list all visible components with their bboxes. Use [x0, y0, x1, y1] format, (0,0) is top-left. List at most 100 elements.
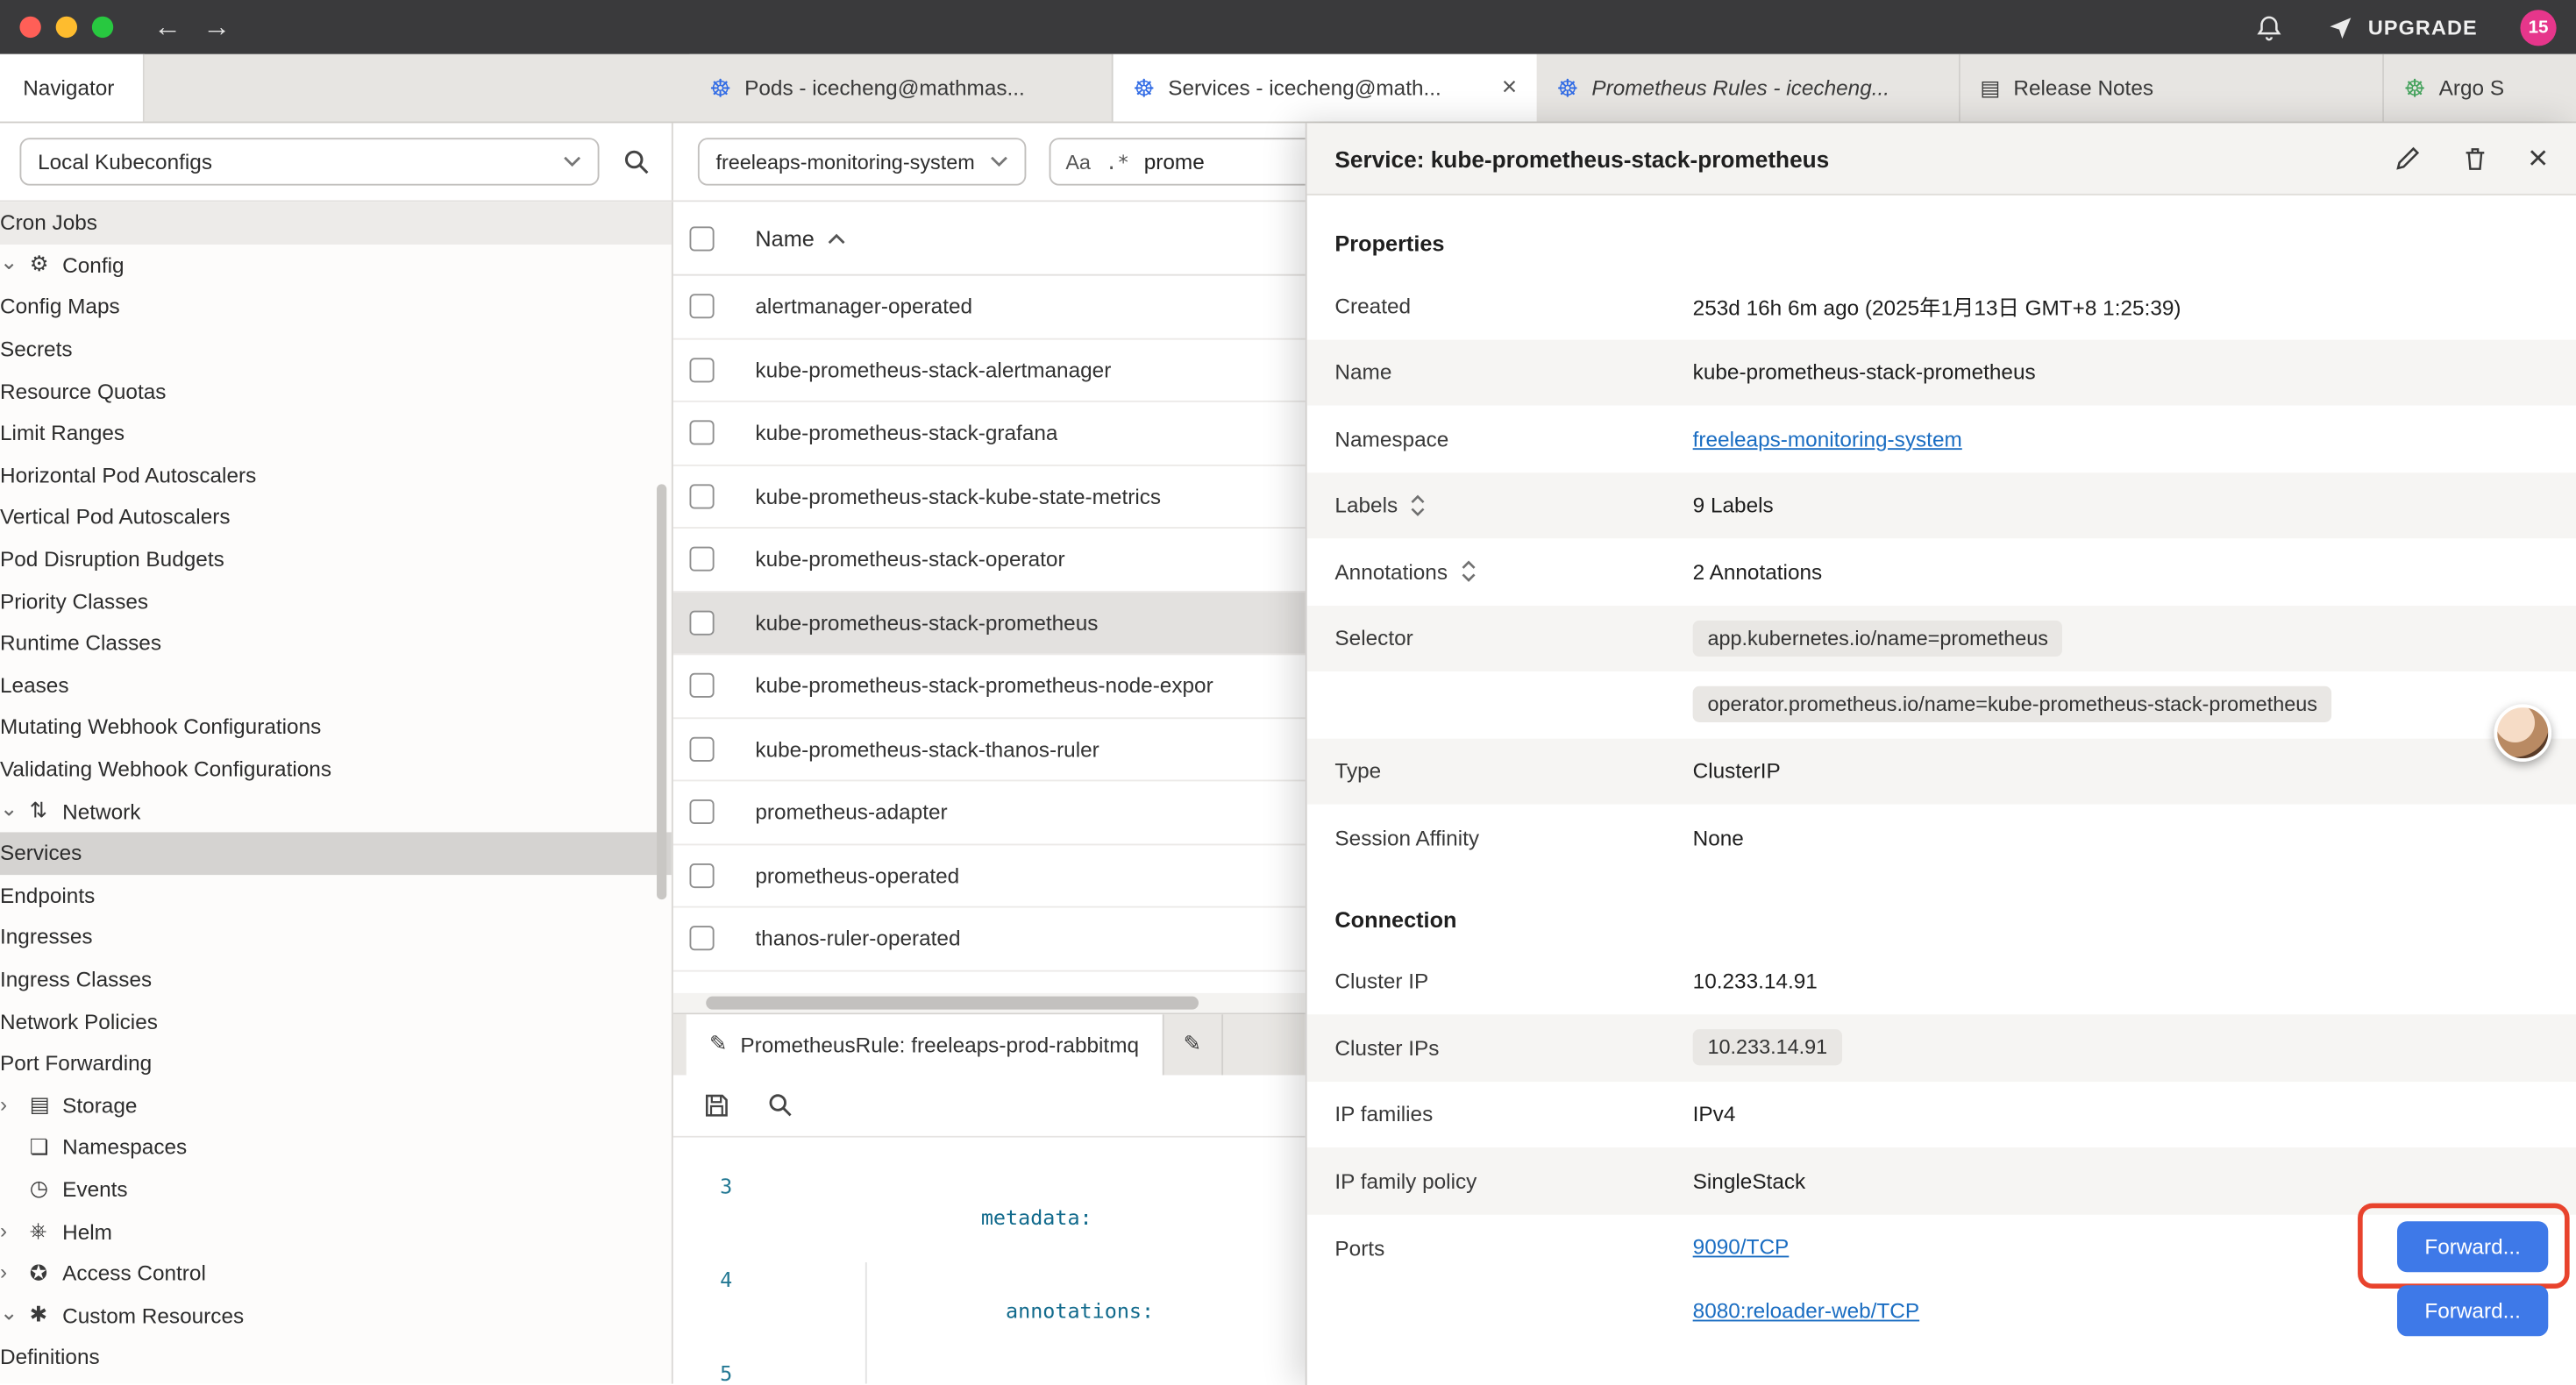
properties-heading: Properties — [1307, 195, 2576, 273]
sidebar-item[interactable]: Ingresses — [0, 916, 672, 958]
sidebar-item-label: Network Policies — [0, 1009, 158, 1033]
row-checkbox[interactable] — [689, 547, 714, 572]
sidebar-item[interactable]: › ▤ Storage — [0, 1084, 672, 1126]
sidebar-item[interactable]: Vertical Pod Autoscalers — [0, 496, 672, 538]
sidebar-item[interactable]: Services — [0, 832, 672, 874]
sidebar-item[interactable]: ❏ Namespaces — [0, 1126, 672, 1168]
sidebar-item[interactable]: Validating Webhook Configurations — [0, 748, 672, 790]
sidebar-item[interactable]: ◷ Events — [0, 1168, 672, 1211]
save-icon[interactable] — [702, 1090, 730, 1119]
name-column-header[interactable]: Name — [755, 225, 845, 250]
sidebar-item[interactable]: Endpoints — [0, 874, 672, 916]
tab[interactable]: ☸ Services - icecheng@math... × — [1114, 54, 1537, 122]
chevron-down-icon[interactable]: ⌄ — [0, 1301, 30, 1327]
notifications-bell-icon[interactable] — [2255, 12, 2285, 42]
sidebar-item[interactable]: ⌄ ⇅ Network — [0, 790, 672, 832]
namespace-link[interactable]: freeleaps-monitoring-system — [1693, 426, 1962, 451]
sidebar-item[interactable]: Leases — [0, 664, 672, 707]
editor-tab[interactable]: ✎ PrometheusRule: freeleaps-prod-rabbitm… — [687, 1013, 1163, 1074]
sidebar-item[interactable]: ⌄ ⚙ Config — [0, 244, 672, 286]
edit-pencil-icon[interactable] — [2394, 145, 2422, 173]
service-name: thanos-ruler-operated — [755, 927, 960, 951]
forward-button-8080[interactable]: Forward... — [2397, 1284, 2548, 1335]
sidebar-item[interactable]: Ingress Classes — [0, 958, 672, 1000]
port-link-8080[interactable]: 8080:reloader-web/TCP — [1693, 1297, 1919, 1322]
row-checkbox[interactable] — [689, 295, 714, 319]
chevron-down-icon[interactable]: ⌄ — [0, 250, 30, 276]
sidebar-item[interactable]: Resource Quotas — [0, 370, 672, 412]
chevron-right-icon[interactable]: › — [0, 1260, 30, 1284]
access-control-icon: ✪ — [30, 1260, 62, 1286]
cluster-ips-chip: 10.233.14.91 — [1693, 1030, 1842, 1066]
close-icon[interactable]: × — [1489, 73, 1517, 103]
sidebar-item[interactable]: Network Policies — [0, 1000, 672, 1042]
kubernetes-icon: ☸ — [1133, 73, 1155, 103]
back-icon[interactable]: ← — [143, 11, 192, 43]
row-cluster-ips: Cluster IPs 10.233.14.91 — [1307, 1014, 2576, 1081]
maximize-window-button[interactable] — [92, 17, 113, 38]
close-icon[interactable]: × — [2528, 141, 2548, 175]
tab[interactable]: ☸ Argo S — [2384, 54, 2576, 122]
close-window-button[interactable] — [19, 17, 40, 38]
sidebar-item[interactable]: › ✪ Access Control — [0, 1253, 672, 1295]
expand-toggle-icon[interactable] — [1459, 560, 1477, 583]
forward-icon[interactable]: → — [192, 11, 241, 43]
sidebar-item[interactable]: Pod Disruption Budgets — [0, 538, 672, 580]
connection-rows: Cluster IP 10.233.14.91 Cluster IPs 10.2… — [1307, 948, 2576, 1369]
tab[interactable]: ☸ Prometheus Rules - icecheng... — [1537, 54, 1960, 122]
row-ip-family-policy: IP family policy SingleStack — [1307, 1147, 2576, 1214]
sidebar-scrollbar[interactable] — [657, 484, 666, 899]
row-checkbox[interactable] — [689, 358, 714, 382]
select-all-checkbox[interactable] — [689, 225, 714, 250]
chevron-right-icon[interactable]: › — [0, 1218, 30, 1242]
chevron-down-icon[interactable]: ⌄ — [0, 796, 30, 822]
tab[interactable]: ▤ Release Notes — [1960, 54, 2384, 122]
chevron-right-icon[interactable]: › — [0, 1091, 30, 1116]
upgrade-button[interactable]: UPGRADE — [2327, 13, 2478, 41]
editor-tab-partial[interactable]: ✎ — [1163, 1013, 1222, 1074]
expand-toggle-icon[interactable] — [1409, 494, 1427, 516]
match-case-toggle[interactable]: Aa — [1065, 150, 1091, 173]
sidebar-item[interactable]: › ⎈ Helm — [0, 1211, 672, 1253]
sidebar-item[interactable]: ⌄ ✱ Custom Resources — [0, 1294, 672, 1336]
kubeconfig-selector[interactable]: Local Kubeconfigs — [19, 138, 599, 185]
sidebar-item[interactable]: Cron Jobs — [0, 202, 672, 244]
row-checkbox[interactable] — [689, 484, 714, 508]
namespace-selector[interactable]: freeleaps-monitoring-system — [698, 138, 1027, 185]
sidebar-item[interactable]: Horizontal Pod Autoscalers — [0, 454, 672, 496]
sidebar-item[interactable]: Runtime Classes — [0, 622, 672, 664]
notification-count-badge[interactable]: 15 — [2520, 9, 2556, 45]
navigator-panel-tab[interactable]: Navigator — [0, 54, 145, 122]
row-checkbox[interactable] — [689, 799, 714, 824]
search-icon[interactable] — [767, 1090, 795, 1119]
row-checkbox[interactable] — [689, 673, 714, 698]
row-checkbox[interactable] — [689, 421, 714, 445]
regex-toggle[interactable]: .* — [1106, 150, 1129, 173]
port-link-9090[interactable]: 9090/TCP — [1693, 1233, 1790, 1258]
row-checkbox[interactable] — [689, 927, 714, 951]
sidebar-item[interactable]: Limit Ranges — [0, 412, 672, 454]
tab[interactable]: ☸ Pods - icecheng@mathmas... — [689, 54, 1113, 122]
sidebar-item-label: Access Control — [62, 1261, 206, 1285]
open-tabs: ☸ Pods - icecheng@mathmas... ☸ Services … — [689, 54, 2576, 122]
minimize-window-button[interactable] — [56, 17, 77, 38]
service-name: kube-prometheus-stack-prometheus-node-ex… — [755, 673, 1213, 698]
row-checkbox[interactable] — [689, 610, 714, 635]
search-icon[interactable] — [623, 147, 652, 177]
sidebar-item-label: Endpoints — [0, 883, 95, 907]
service-name: alertmanager-operated — [755, 295, 972, 319]
sidebar-item[interactable]: Config Maps — [0, 286, 672, 328]
row-checkbox[interactable] — [689, 863, 714, 888]
delete-trash-icon[interactable] — [2461, 145, 2489, 173]
sidebar-item[interactable]: Priority Classes — [0, 580, 672, 622]
horizontal-scrollbar-thumb[interactable] — [706, 996, 1199, 1009]
storage-icon: ▤ — [30, 1092, 62, 1119]
sidebar-item[interactable]: Port Forwarding — [0, 1042, 672, 1084]
forward-button-9090[interactable]: Forward... — [2397, 1220, 2548, 1271]
row-selector-2: operator.prometheus.io/name=kube-prometh… — [1307, 671, 2576, 738]
sidebar-item[interactable]: Secrets — [0, 328, 672, 370]
avatar[interactable] — [2494, 704, 2551, 762]
sidebar-item[interactable]: Definitions — [0, 1336, 672, 1378]
row-checkbox[interactable] — [689, 736, 714, 761]
sidebar-item[interactable]: Mutating Webhook Configurations — [0, 706, 672, 748]
